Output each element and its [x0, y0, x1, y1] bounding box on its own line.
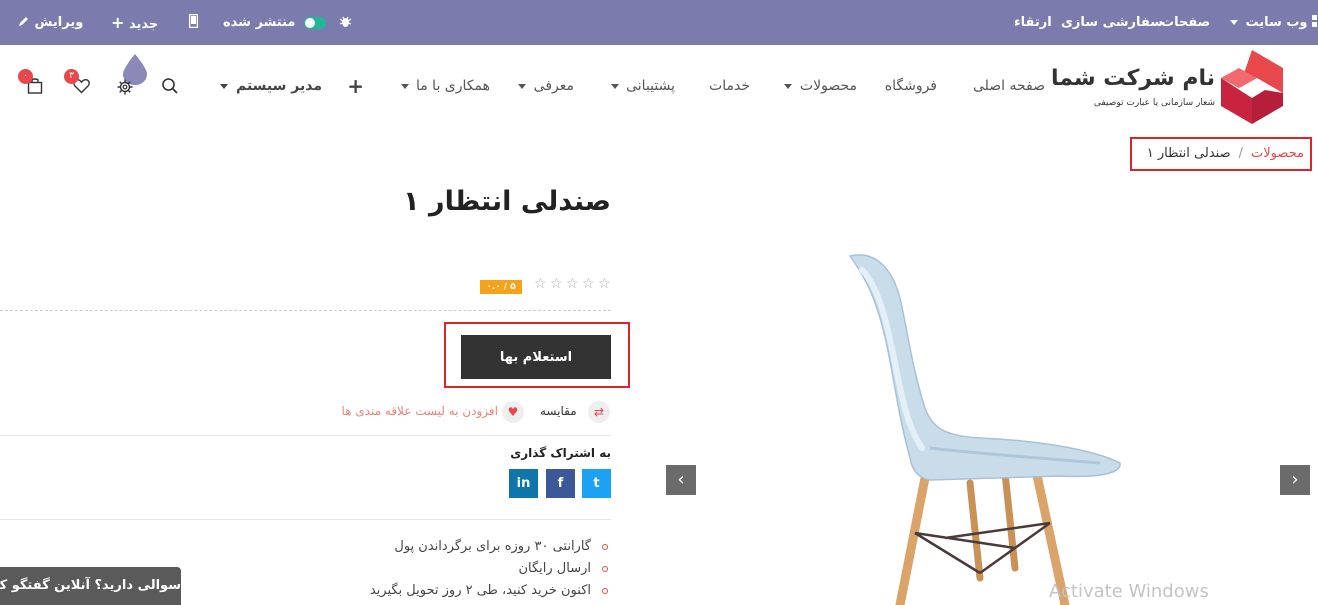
star-icon[interactable]: ☆ — [534, 276, 547, 292]
twitter-share-button[interactable]: t — [582, 469, 611, 498]
linkedin-share-button[interactable]: in — [509, 469, 538, 498]
facebook-share-button[interactable]: f — [546, 469, 575, 498]
new-label: جدید — [128, 17, 159, 32]
cart-count-badge: ۰ — [18, 69, 33, 84]
caret-down-icon — [784, 83, 793, 89]
windows-activation-watermark: Activate Windows — [1049, 581, 1209, 602]
edit-label: ویرایش — [34, 15, 84, 30]
pages-menu[interactable]: صفحات — [1161, 0, 1210, 45]
brand-name: نام شرکت شما — [1050, 66, 1215, 91]
bullet-icon — [602, 566, 608, 572]
brand-slogan: شعار سازمانی یا عبارت توصیفی — [1093, 98, 1215, 108]
nav-support-label: پشتیبانی — [626, 78, 675, 94]
nav-shop[interactable]: فروشگاه — [885, 68, 937, 104]
star-icon[interactable]: ☆ — [550, 276, 563, 292]
search-icon[interactable] — [161, 77, 179, 95]
twitter-icon: t — [593, 476, 600, 491]
edit-button[interactable]: ویرایش — [18, 0, 83, 45]
nav-products-label: محصولات — [799, 78, 857, 94]
nav-intro-label: معرفی — [533, 78, 574, 94]
carousel-next-button[interactable]: › — [1280, 465, 1310, 495]
breadcrumb-separator: / — [1238, 146, 1243, 161]
divider — [0, 519, 611, 520]
divider — [0, 310, 611, 311]
nav-cooperate[interactable]: همکاری با ما — [398, 68, 490, 104]
feature-item: گارانتی ۳۰ روزه برای برگرداندن پول — [394, 539, 591, 554]
published-label: منتشر شده — [223, 15, 296, 30]
star-icon[interactable]: ☆ — [566, 276, 579, 292]
website-label: وب سایت — [1245, 15, 1308, 30]
add-menu-button[interactable]: + — [347, 68, 364, 104]
mobile-preview-button[interactable] — [188, 0, 199, 45]
nav-products[interactable]: محصولات — [781, 68, 857, 104]
wishlist-heart-icon[interactable]: ♥ — [502, 401, 524, 423]
add-to-wishlist-link[interactable]: افزودن به لیست علاقه مندی ها — [342, 404, 498, 418]
admin-bar: ویرایش + جدید منتشر شده ارتقاء سفارشی سا… — [0, 0, 1318, 45]
nav-intro[interactable]: معرفی — [515, 68, 574, 104]
website-menu[interactable]: وب سایت — [1227, 0, 1318, 45]
carousel-prev-button[interactable]: ‹ — [666, 465, 696, 495]
user-menu[interactable]: مدیر سیستم — [217, 68, 322, 104]
product-image — [848, 254, 1121, 605]
breadcrumb-products-link[interactable]: محصولات — [1251, 146, 1304, 161]
facebook-icon: f — [557, 476, 564, 491]
caret-down-icon — [610, 83, 619, 89]
toggle-switch[interactable] — [304, 16, 327, 29]
nav-support[interactable]: پشتیبانی — [608, 68, 675, 104]
upgrade-link[interactable]: ارتقاء — [1014, 0, 1052, 45]
mobile-icon — [188, 13, 199, 29]
grid-icon — [1312, 15, 1318, 27]
linkedin-icon: in — [516, 476, 531, 491]
compare-link[interactable]: مقایسه — [540, 404, 577, 418]
site-logo[interactable]: نام شرکت شما شعار سازمانی یا عبارت توصیف… — [1051, 46, 1285, 126]
new-button[interactable]: + جدید — [111, 0, 158, 45]
nav-cooperate-label: همکاری با ما — [415, 78, 490, 94]
caret-down-icon — [400, 83, 409, 89]
product-title: صندلی انتظار ۱ — [403, 186, 611, 217]
feature-item: ارسال رایگان — [518, 561, 591, 576]
caret-down-icon — [220, 83, 229, 89]
debug-button[interactable] — [339, 0, 352, 45]
published-toggle[interactable]: منتشر شده — [223, 0, 327, 45]
nav-home[interactable]: صفحه اصلی — [973, 68, 1045, 104]
breadcrumb-current: صندلی انتظار ۱ — [1146, 146, 1231, 161]
bullet-icon — [602, 588, 608, 594]
feature-item: اکنون خرید کنید، طی ۲ روز تحویل بگیرید — [369, 583, 591, 598]
bug-icon — [339, 16, 352, 27]
plus-icon: + — [111, 13, 125, 32]
share-label: به اشتراک گذاری — [510, 446, 611, 460]
rating-badge: ۰.۰ / ۵ — [480, 280, 522, 294]
nav-services[interactable]: خدمات — [709, 68, 750, 104]
customize-menu[interactable]: سفارشی سازی — [1061, 0, 1163, 45]
live-chat-button[interactable]: سوالی دارید؟ آنلاین گفتگو کنید — [0, 567, 181, 605]
breadcrumb: محصولات / صندلی انتظار ۱ — [1130, 137, 1312, 171]
request-price-button[interactable]: استعلام بها — [461, 335, 611, 379]
wishlist-count-badge: ۳ — [64, 69, 79, 84]
star-icon[interactable]: ☆ — [598, 276, 611, 292]
caret-down-icon — [518, 83, 527, 89]
bullet-icon — [602, 544, 608, 550]
star-icon[interactable]: ☆ — [582, 276, 595, 292]
user-name: مدیر سیستم — [235, 78, 322, 94]
divider — [0, 435, 611, 436]
compare-icon[interactable]: ⇄ — [588, 401, 610, 423]
logo-mark-icon — [1221, 50, 1283, 124]
caret-down-icon — [1230, 20, 1238, 25]
gear-icon[interactable] — [117, 79, 133, 95]
pencil-icon — [19, 17, 28, 26]
